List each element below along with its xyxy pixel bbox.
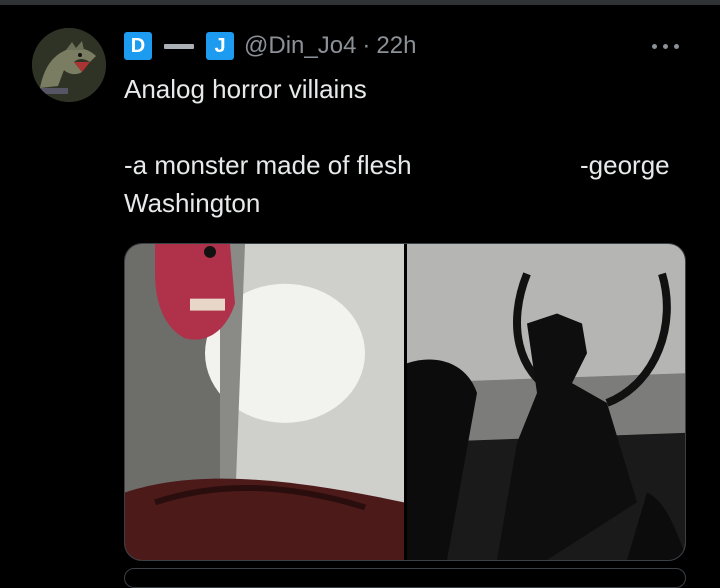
- author-avatar[interactable]: [32, 28, 106, 102]
- more-options-icon[interactable]: [652, 38, 688, 54]
- more-dot: [674, 43, 679, 49]
- tweet-media[interactable]: [124, 243, 686, 561]
- name-badge-j[interactable]: J: [206, 32, 234, 60]
- george-washington-photo[interactable]: [407, 244, 685, 560]
- name-badge-d[interactable]: D: [124, 32, 152, 60]
- more-dot: [652, 43, 657, 49]
- tweet-text-line2b: -george: [580, 150, 670, 180]
- tweet-header: D J @Din_Jo4 · 22h: [124, 30, 416, 62]
- tweet-text-line2a: -a monster made of flesh: [124, 150, 412, 180]
- tweet-text-line1: Analog horror villains: [124, 74, 367, 104]
- name-dash: [164, 43, 194, 49]
- next-tweet-card[interactable]: [124, 568, 686, 588]
- top-divider: [0, 0, 720, 5]
- tweet-text-line3: Washington: [124, 188, 261, 218]
- header-separator: ·: [362, 32, 371, 59]
- monster-photo[interactable]: [125, 244, 404, 560]
- author-handle[interactable]: @Din_Jo4: [244, 32, 356, 60]
- more-dot: [663, 43, 668, 49]
- tweet-timestamp[interactable]: 22h: [376, 32, 416, 60]
- dinosaur-avatar-icon: [32, 28, 106, 102]
